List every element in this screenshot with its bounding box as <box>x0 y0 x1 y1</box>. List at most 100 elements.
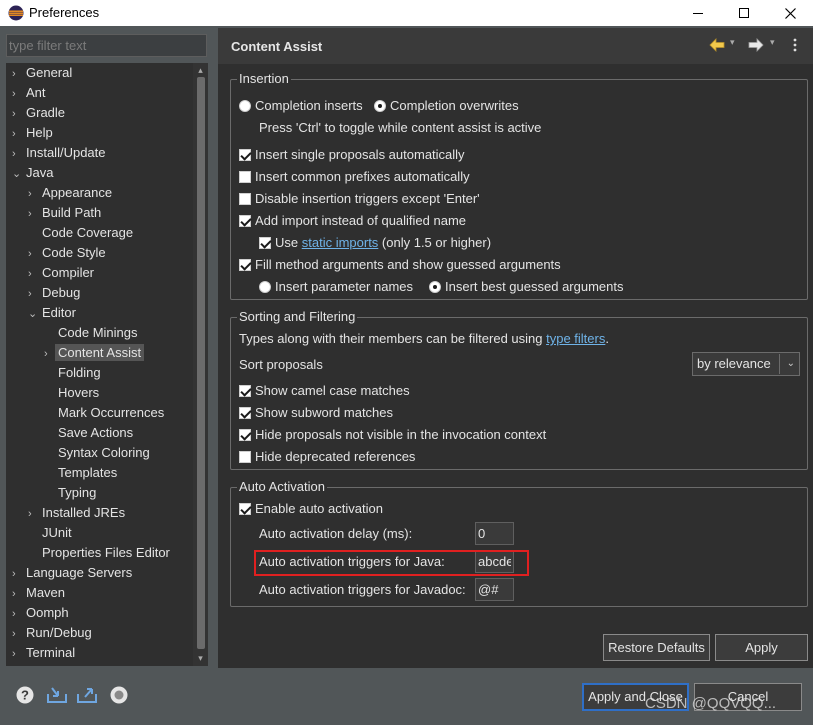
tree-item[interactable]: › Ant <box>12 83 46 103</box>
chevron-right-icon[interactable]: › <box>28 204 42 224</box>
forward-arrow-icon[interactable] <box>748 38 764 52</box>
delay-label: Auto activation delay (ms): <box>259 526 413 541</box>
tree-item[interactable]: › Terminal <box>12 643 75 663</box>
help-icon[interactable]: ? <box>16 686 34 704</box>
tree-item[interactable]: › Maven <box>12 583 65 603</box>
tree-item[interactable]: Hovers <box>44 383 99 403</box>
tree-item[interactable]: Code Coverage <box>28 223 133 243</box>
type-filters-link[interactable]: type filters <box>546 331 605 346</box>
checkbox-checked-icon <box>239 407 251 419</box>
export-icon[interactable] <box>76 686 98 704</box>
hide-deprecated-checkbox[interactable]: Hide deprecated references <box>239 448 415 466</box>
tree-item[interactable]: › Compiler <box>28 263 94 283</box>
chevron-right-icon[interactable]: › <box>28 264 42 284</box>
chevron-right-icon[interactable]: › <box>28 284 42 304</box>
record-icon[interactable] <box>110 686 128 704</box>
svg-text:?: ? <box>21 688 29 703</box>
insert-best-guessed-radio[interactable]: Insert best guessed arguments <box>429 278 624 296</box>
filter-input[interactable] <box>6 34 207 57</box>
tree-item-label: Ant <box>26 85 46 100</box>
scroll-down-icon[interactable]: ▾ <box>195 653 206 664</box>
tree-item[interactable]: › Run/Debug <box>12 623 92 643</box>
tree-item[interactable]: › Code Style <box>28 243 106 263</box>
tree-item[interactable]: ⌄ Editor <box>28 303 76 323</box>
javadoc-triggers-input[interactable] <box>475 578 514 601</box>
enable-auto-activation-checkbox[interactable]: Enable auto activation <box>239 500 383 518</box>
tree-item[interactable]: Templates <box>44 463 117 483</box>
chevron-right-icon[interactable]: › <box>12 624 26 644</box>
minimize-button[interactable] <box>675 0 721 26</box>
chevron-right-icon[interactable]: › <box>28 504 42 524</box>
delay-input[interactable] <box>475 522 514 545</box>
cancel-button[interactable]: Cancel <box>694 683 802 711</box>
tree-item[interactable]: Save Actions <box>44 423 133 443</box>
scroll-up-icon[interactable]: ▴ <box>195 65 206 76</box>
tree-item[interactable]: Mark Occurrences <box>44 403 164 423</box>
chevron-right-icon[interactable]: › <box>12 604 26 624</box>
tree-item[interactable]: › Language Servers <box>12 563 132 583</box>
tree-item[interactable]: Syntax Coloring <box>44 443 150 463</box>
view-menu-icon[interactable] <box>792 38 798 52</box>
add-import-checkbox[interactable]: Add import instead of qualified name <box>239 212 466 230</box>
chevron-down-icon[interactable]: ⌄ <box>28 304 42 324</box>
close-button[interactable] <box>767 0 813 26</box>
chevron-down-icon[interactable]: ⌄ <box>12 164 26 184</box>
tree-item-label: Maven <box>26 585 66 600</box>
chevron-right-icon[interactable]: › <box>12 144 26 164</box>
chevron-right-icon[interactable]: › <box>28 244 42 264</box>
tree-item[interactable]: Properties Files Editor <box>28 543 170 563</box>
tree-item[interactable]: Code Minings <box>44 323 138 343</box>
hide-not-visible-checkbox[interactable]: Hide proposals not visible in the invoca… <box>239 426 546 444</box>
completion-overwrites-radio[interactable]: Completion overwrites <box>374 97 519 115</box>
insert-parameter-names-radio[interactable]: Insert parameter names <box>259 278 413 296</box>
checkbox-checked-icon <box>239 149 251 161</box>
fill-arguments-checkbox[interactable]: Fill method arguments and show guessed a… <box>239 256 561 274</box>
back-arrow-icon[interactable] <box>709 38 725 52</box>
insert-common-checkbox[interactable]: Insert common prefixes automatically <box>239 168 470 186</box>
tree-item[interactable]: › Installed JREs <box>28 503 125 523</box>
tree-item[interactable]: › Gradle <box>12 103 65 123</box>
sort-proposals-select[interactable]: by relevance ⌄ <box>692 352 800 376</box>
apply-button[interactable]: Apply <box>715 634 808 661</box>
forward-menu-chevron-icon[interactable]: ▾ <box>770 37 775 48</box>
tree-item[interactable]: › Appearance <box>28 183 112 203</box>
chevron-right-icon[interactable]: › <box>12 584 26 604</box>
restore-defaults-button[interactable]: Restore Defaults <box>603 634 710 661</box>
back-menu-chevron-icon[interactable]: ▾ <box>730 37 735 48</box>
tree-item[interactable]: › Help <box>12 123 53 143</box>
tree-item-label: Mark Occurrences <box>58 405 165 420</box>
chevron-right-icon[interactable]: › <box>12 124 26 144</box>
completion-inserts-radio[interactable]: Completion inserts <box>239 97 363 115</box>
tree-item[interactable]: › Debug <box>28 283 80 303</box>
chevron-right-icon[interactable]: › <box>12 564 26 584</box>
chevron-right-icon[interactable]: › <box>12 644 26 664</box>
tree-item[interactable]: Typing <box>44 483 96 503</box>
insert-single-checkbox[interactable]: Insert single proposals automatically <box>239 146 465 164</box>
tree-item-label: Terminal <box>26 645 76 660</box>
chevron-right-icon[interactable]: › <box>28 184 42 204</box>
tree-item[interactable]: JUnit <box>28 523 72 543</box>
use-static-imports-checkbox[interactable]: Use static imports (only 1.5 or higher) <box>259 234 491 252</box>
camel-case-checkbox[interactable]: Show camel case matches <box>239 382 410 400</box>
apply-and-close-button[interactable]: Apply and Close <box>582 683 689 711</box>
tree-item[interactable]: › Install/Update <box>12 143 106 163</box>
chevron-right-icon[interactable]: › <box>12 64 26 84</box>
subword-checkbox[interactable]: Show subword matches <box>239 404 393 422</box>
tree-item[interactable]: Folding <box>44 363 101 383</box>
tree-item[interactable]: ⌄ Java <box>12 163 53 183</box>
tree-item[interactable]: › Oomph <box>12 603 69 623</box>
tree-scrollbar[interactable]: ▴ ▾ <box>193 63 208 666</box>
auto-activation-group-title: Auto Activation <box>237 479 327 494</box>
chevron-right-icon[interactable]: › <box>12 104 26 124</box>
maximize-button[interactable] <box>721 0 767 26</box>
javadoc-triggers-label: Auto activation triggers for Javadoc: <box>259 582 466 597</box>
tree-item-label: Gradle <box>26 105 66 120</box>
scrollbar-thumb[interactable] <box>197 77 205 649</box>
tree-item[interactable]: › Build Path <box>28 203 101 223</box>
tree-item[interactable]: › General <box>12 63 72 83</box>
chevron-right-icon[interactable]: › <box>12 84 26 104</box>
tree-item[interactable]: › Content Assist <box>44 343 145 363</box>
static-imports-link[interactable]: static imports <box>302 235 379 250</box>
import-icon[interactable] <box>46 686 68 704</box>
disable-triggers-checkbox[interactable]: Disable insertion triggers except 'Enter… <box>239 190 480 208</box>
